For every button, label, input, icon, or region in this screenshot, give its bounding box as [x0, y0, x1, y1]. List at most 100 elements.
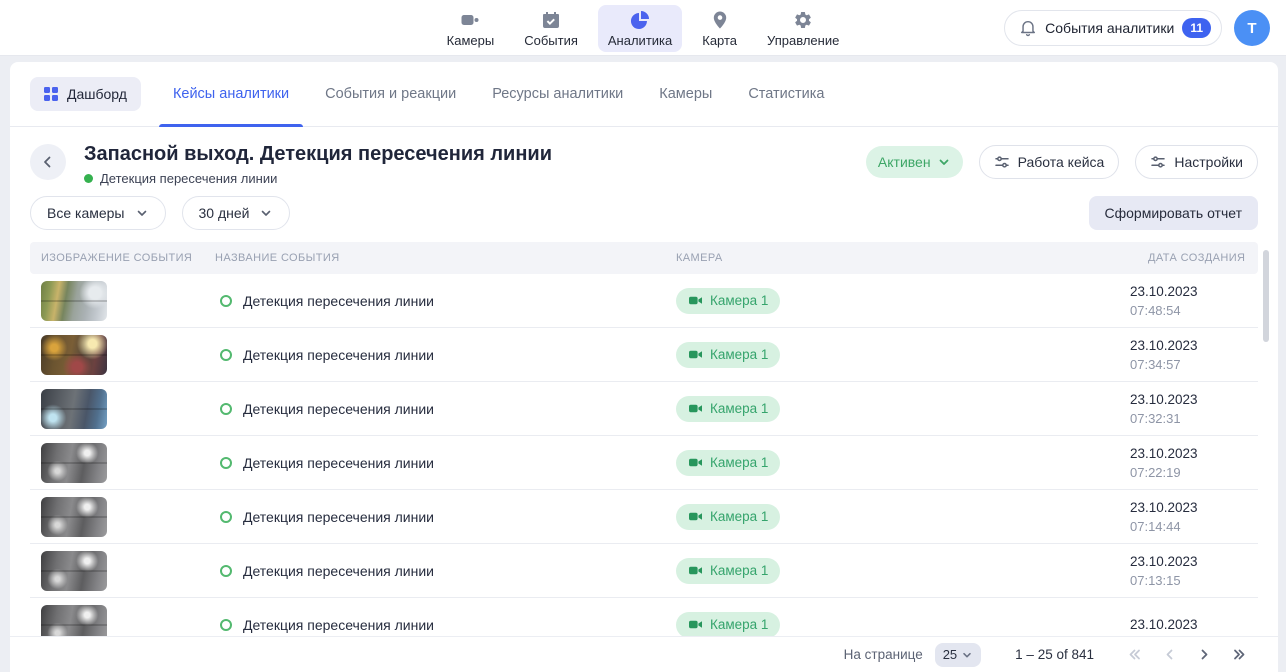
event-thumbnail[interactable] — [41, 281, 107, 321]
last-page-button[interactable] — [1229, 644, 1250, 665]
per-page-select[interactable]: 25 — [935, 643, 981, 667]
tab-analytics-cases[interactable]: Кейсы аналитики — [155, 62, 307, 126]
pie-chart-icon — [630, 10, 650, 30]
bell-icon — [1019, 19, 1037, 37]
camera-badge[interactable]: Камера 1 — [676, 612, 780, 638]
date-cell: 23.10.2023 07:34:57 — [1130, 336, 1258, 374]
top-bar-right: События аналитики 11 T — [1004, 10, 1270, 46]
video-camera-icon — [688, 455, 703, 470]
event-name-cell: Детекция пересечения линии — [215, 509, 676, 525]
period-filter-dropdown[interactable]: 30 дней — [182, 196, 291, 230]
per-page-value: 25 — [943, 647, 957, 662]
camera-badge[interactable]: Камера 1 — [676, 450, 780, 476]
event-date: 23.10.2023 — [1130, 390, 1258, 409]
chevron-down-icon — [259, 206, 273, 220]
table-row[interactable]: Детекция пересечения линии Камера 1 23.1… — [30, 382, 1258, 436]
event-time: 07:48:54 — [1130, 301, 1258, 320]
page-title: Запасной выход. Детекция пересечения лин… — [84, 141, 866, 167]
camera-cell: Камера 1 — [676, 288, 1130, 314]
thumbnail-cell — [41, 281, 215, 321]
event-name-cell: Детекция пересечения линии — [215, 293, 676, 309]
camera-badge[interactable]: Камера 1 — [676, 396, 780, 422]
pagination-range: 1 – 25 of 841 — [1015, 647, 1094, 662]
top-bar: Камеры События Аналитика Карта Управлени… — [0, 0, 1286, 56]
settings-button[interactable]: Настройки — [1135, 145, 1258, 179]
date-cell: 23.10.2023 07:13:15 — [1130, 552, 1258, 590]
event-thumbnail[interactable] — [41, 497, 107, 537]
camera-badge-label: Камера 1 — [710, 293, 768, 308]
camera-filter-dropdown[interactable]: Все камеры — [30, 196, 166, 230]
camera-badge-label: Камера 1 — [710, 455, 768, 470]
event-name: Детекция пересечения линии — [243, 455, 434, 471]
status-dropdown[interactable]: Активен — [866, 146, 963, 178]
nav-item-management[interactable]: Управление — [757, 5, 849, 52]
case-subtitle-row: Детекция пересечения линии — [84, 171, 866, 186]
events-table-body: Детекция пересечения линии Камера 1 23.1… — [30, 274, 1258, 652]
event-thumbnail[interactable] — [41, 443, 107, 483]
table-row[interactable]: Детекция пересечения линии Камера 1 23.1… — [30, 328, 1258, 382]
camera-cell: Камера 1 — [676, 612, 1130, 638]
video-camera-icon — [688, 401, 703, 416]
nav-item-analytics[interactable]: Аналитика — [598, 5, 682, 52]
nav-item-events[interactable]: События — [514, 5, 588, 52]
status-dot — [84, 174, 93, 183]
event-date: 23.10.2023 — [1130, 498, 1258, 517]
event-name: Детекция пересечения линии — [243, 347, 434, 363]
camera-cell: Камера 1 — [676, 342, 1130, 368]
tab-analytics-resources[interactable]: Ресурсы аналитики — [474, 62, 641, 126]
nav-item-cameras[interactable]: Камеры — [437, 5, 505, 52]
video-camera-icon — [688, 347, 703, 362]
analytics-events-label: События аналитики — [1045, 20, 1174, 36]
camera-badge[interactable]: Камера 1 — [676, 288, 780, 314]
generate-report-button[interactable]: Сформировать отчет — [1089, 196, 1259, 230]
event-date: 23.10.2023 — [1130, 282, 1258, 301]
avatar[interactable]: T — [1234, 10, 1270, 46]
prev-page-button[interactable] — [1159, 644, 1180, 665]
event-type-ring-icon — [220, 295, 232, 307]
case-header: Запасной выход. Детекция пересечения лин… — [10, 127, 1278, 186]
event-date: 23.10.2023 — [1130, 336, 1258, 355]
case-work-button[interactable]: Работа кейса — [979, 145, 1120, 179]
column-header-date: ДАТА СОЗДАНИЯ — [1130, 251, 1258, 265]
event-name-cell: Детекция пересечения линии — [215, 347, 676, 363]
event-name: Детекция пересечения линии — [243, 401, 434, 417]
camera-badge-label: Камера 1 — [710, 509, 768, 524]
vertical-scrollbar[interactable] — [1263, 250, 1269, 342]
section-tabs: Кейсы аналитики События и реакции Ресурс… — [155, 62, 843, 126]
notification-count-badge: 11 — [1182, 18, 1211, 38]
camera-cell: Камера 1 — [676, 504, 1130, 530]
period-filter-label: 30 дней — [199, 205, 250, 221]
first-page-button[interactable] — [1124, 644, 1145, 665]
event-thumbnail[interactable] — [41, 335, 107, 375]
tab-statistics[interactable]: Статистика — [730, 62, 842, 126]
tab-cameras[interactable]: Камеры — [641, 62, 730, 126]
table-row[interactable]: Детекция пересечения линии Камера 1 23.1… — [30, 436, 1258, 490]
event-date: 23.10.2023 — [1130, 552, 1258, 571]
analytics-events-button[interactable]: События аналитики 11 — [1004, 10, 1222, 46]
double-chevron-left-icon — [1126, 646, 1143, 663]
case-actions: Активен Работа кейса Настройки — [866, 145, 1258, 179]
camera-cell: Камера 1 — [676, 558, 1130, 584]
tab-events-reactions[interactable]: События и реакции — [307, 62, 474, 126]
nav-item-label: Аналитика — [608, 33, 672, 48]
dashboard-grid-icon — [44, 87, 58, 101]
camera-cell: Камера 1 — [676, 450, 1130, 476]
event-thumbnail[interactable] — [41, 551, 107, 591]
event-thumbnail[interactable] — [41, 389, 107, 429]
dashboard-button-label: Дашборд — [67, 86, 127, 102]
dashboard-button[interactable]: Дашборд — [30, 77, 141, 111]
table-footer: На странице 25 1 – 25 of 841 — [10, 636, 1278, 672]
back-button[interactable] — [30, 144, 66, 180]
chevron-down-icon — [961, 649, 973, 661]
table-row[interactable]: Детекция пересечения линии Камера 1 23.1… — [30, 274, 1258, 328]
camera-badge[interactable]: Камера 1 — [676, 558, 780, 584]
pager — [1124, 644, 1250, 665]
status-label: Активен — [878, 154, 931, 170]
per-page-label: На странице — [844, 647, 923, 662]
nav-item-map[interactable]: Карта — [692, 5, 747, 52]
table-row[interactable]: Детекция пересечения линии Камера 1 23.1… — [30, 544, 1258, 598]
table-row[interactable]: Детекция пересечения линии Камера 1 23.1… — [30, 490, 1258, 544]
camera-badge[interactable]: Камера 1 — [676, 504, 780, 530]
next-page-button[interactable] — [1194, 644, 1215, 665]
camera-badge[interactable]: Камера 1 — [676, 342, 780, 368]
